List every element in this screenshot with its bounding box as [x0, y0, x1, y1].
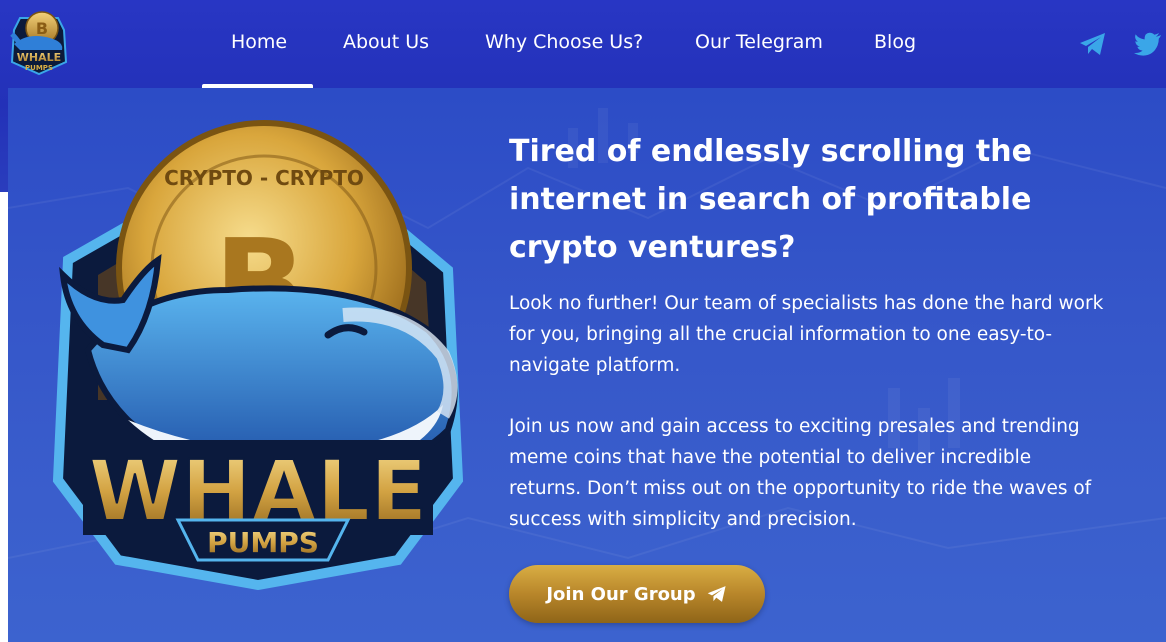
- cta-label: Join Our Group: [546, 583, 696, 605]
- svg-text:PUMPS: PUMPS: [207, 526, 319, 559]
- hero-headline: Tired of endlessly scrolling the interne…: [509, 134, 1032, 265]
- join-our-group-button[interactable]: Join Our Group: [509, 565, 765, 623]
- twitter-icon[interactable]: [1134, 30, 1162, 58]
- svg-text:CRYPTO - CRYPTO: CRYPTO - CRYPTO: [164, 166, 364, 190]
- telegram-icon: [707, 586, 726, 602]
- hero-paragraph-intro: Look no further! Our team of specialists…: [509, 293, 1104, 376]
- hero-paragraph-join: Join us now and gain access to exciting …: [509, 416, 1092, 530]
- main-nav: Home About Us Why Choose Us? Our Telegra…: [0, 0, 1166, 88]
- whale-pumps-mascot: CRYPTO - CRYPTO B WHALE PUMPS: [52, 120, 464, 590]
- telegram-icon[interactable]: [1078, 30, 1108, 58]
- nav-home[interactable]: Home: [231, 31, 287, 53]
- nav-about-us[interactable]: About Us: [343, 31, 429, 53]
- nav-our-telegram[interactable]: Our Telegram: [695, 31, 823, 53]
- nav-why-choose-us[interactable]: Why Choose Us?: [485, 31, 643, 53]
- nav-blog[interactable]: Blog: [874, 31, 916, 53]
